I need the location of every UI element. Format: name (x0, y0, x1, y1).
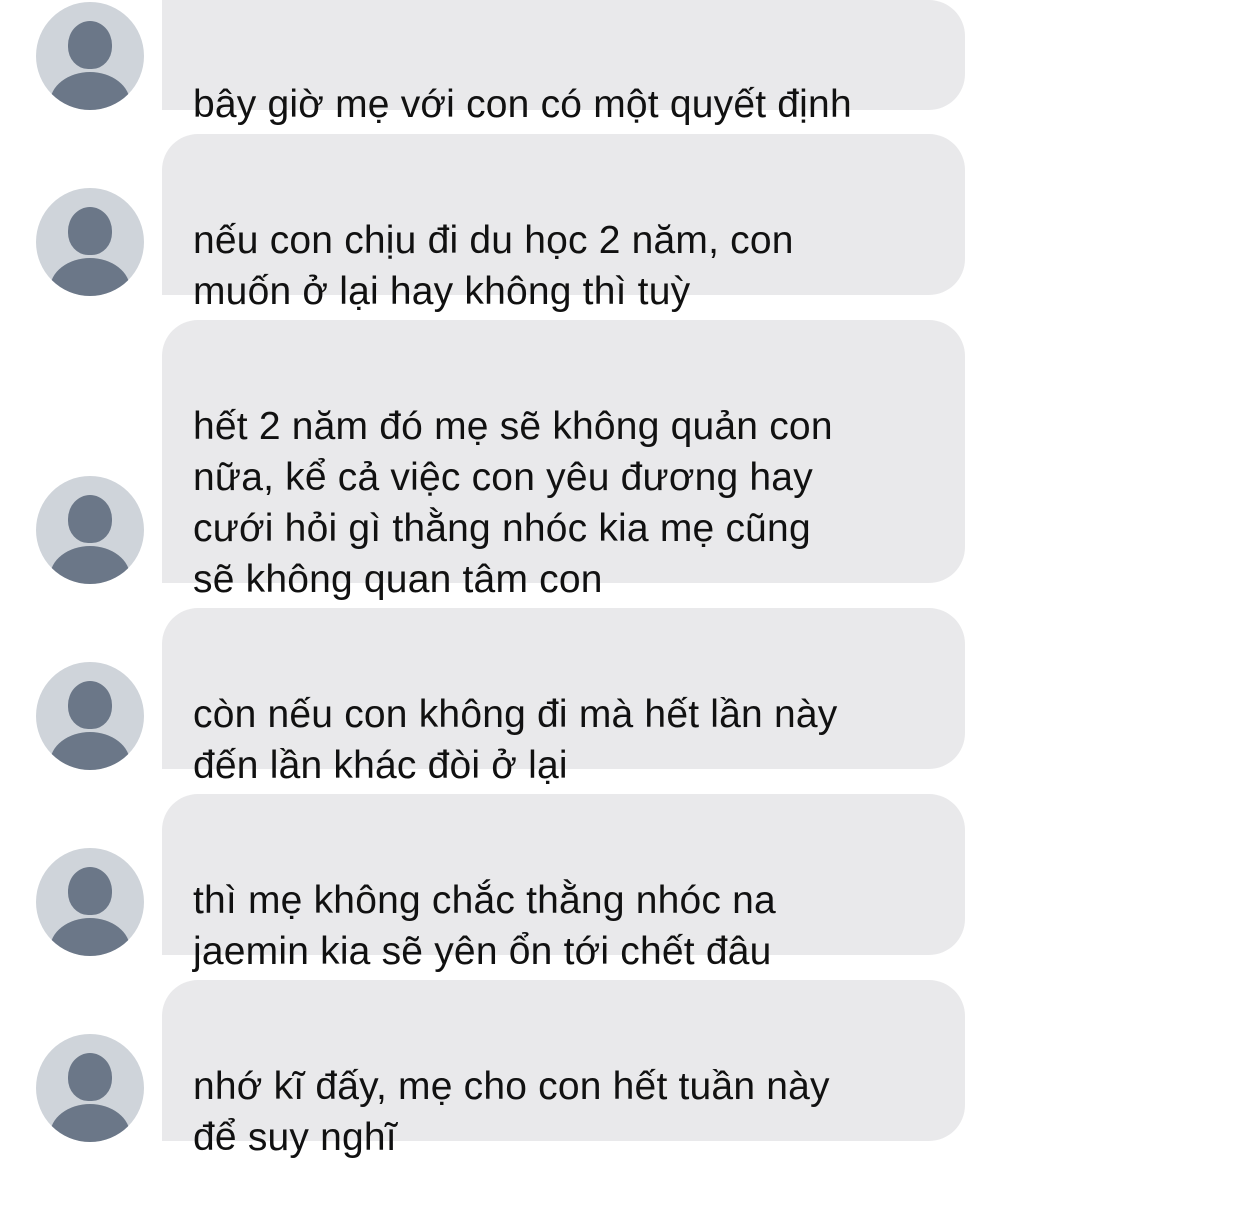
avatar-shoulders-shape (50, 72, 130, 110)
avatar-head-shape (68, 21, 112, 69)
avatar-shoulders-shape (50, 1104, 130, 1142)
message-text: còn nếu con không đi mà hết lần này đến … (193, 693, 838, 787)
default-user-avatar-icon[interactable] (36, 662, 144, 770)
avatar-head-shape (68, 495, 112, 543)
message-text: nếu con chịu đi du học 2 năm, con muốn ở… (193, 219, 794, 313)
avatar-shoulders-shape (50, 918, 130, 956)
default-user-avatar-icon[interactable] (36, 2, 144, 110)
avatar-shoulders-shape (50, 732, 130, 770)
default-user-avatar-icon[interactable] (36, 476, 144, 584)
avatar-head-shape (68, 207, 112, 255)
default-user-avatar-icon[interactable] (36, 848, 144, 956)
message-thread: bây giờ mẹ với con có một quyết định nếu… (0, 0, 1242, 1159)
message-bubble[interactable]: hết 2 năm đó mẹ sẽ không quản con nữa, k… (162, 320, 965, 601)
message-text: bây giờ mẹ với con có một quyết định (193, 83, 852, 126)
message-text: nhớ kĩ đấy, mẹ cho con hết tuần này để s… (193, 1065, 830, 1159)
message-bubble[interactable]: nhớ kĩ đấy, mẹ cho con hết tuần này để s… (162, 980, 965, 1159)
avatar-shoulders-shape (50, 258, 130, 296)
avatar-head-shape (68, 1053, 112, 1101)
message-bubble[interactable]: còn nếu con không đi mà hết lần này đến … (162, 608, 965, 787)
message-bubble[interactable]: bây giờ mẹ với con có một quyết định (162, 0, 965, 126)
message-bubble[interactable]: thì mẹ không chắc thằng nhóc na jaemin k… (162, 794, 965, 973)
default-user-avatar-icon[interactable] (36, 1034, 144, 1142)
default-user-avatar-icon[interactable] (36, 188, 144, 296)
message-bubble[interactable]: nếu con chịu đi du học 2 năm, con muốn ở… (162, 134, 965, 313)
message-text: thì mẹ không chắc thằng nhóc na jaemin k… (193, 879, 776, 973)
message-text: hết 2 năm đó mẹ sẽ không quản con nữa, k… (193, 405, 833, 601)
avatar-shoulders-shape (50, 546, 130, 584)
avatar-head-shape (68, 867, 112, 915)
avatar-head-shape (68, 681, 112, 729)
